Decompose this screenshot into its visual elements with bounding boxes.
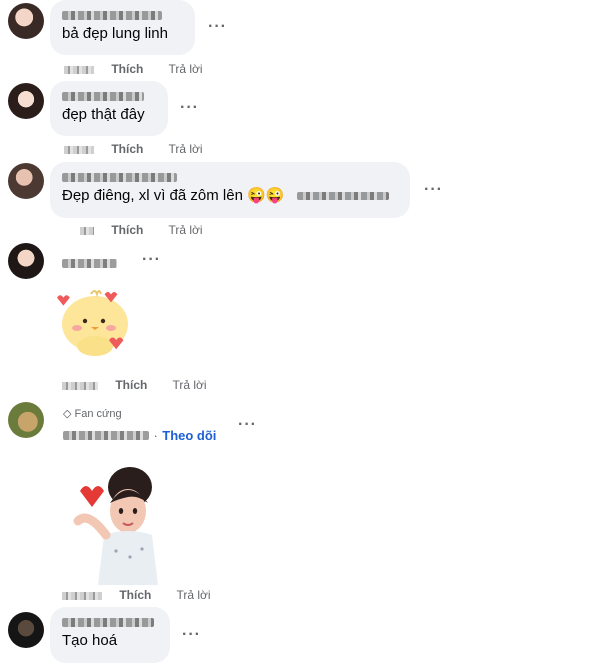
comment-text: Tạo hoá bbox=[62, 632, 118, 649]
timestamp[interactable] bbox=[64, 65, 94, 74]
comment-text: Đẹp điêng, xl vì đã zôm lên 😜😜 bbox=[62, 186, 398, 205]
like-button[interactable]: Thích bbox=[111, 62, 143, 76]
chick-sticker bbox=[57, 290, 128, 356]
timestamp[interactable] bbox=[80, 226, 94, 235]
comment-actions: Thích Trả lời bbox=[62, 378, 207, 392]
like-button[interactable]: Thích bbox=[115, 378, 147, 392]
fan-badge[interactable]: ◇ Fan cứng bbox=[63, 407, 122, 420]
follow-button[interactable]: Theo dõi bbox=[162, 428, 216, 443]
timestamp[interactable] bbox=[64, 145, 94, 154]
like-button[interactable]: Thích bbox=[119, 588, 151, 602]
diamond-icon: ◇ bbox=[63, 408, 72, 420]
reply-button[interactable]: Trả lời bbox=[176, 588, 210, 602]
avatar[interactable] bbox=[8, 163, 44, 199]
author-name[interactable] bbox=[63, 431, 149, 441]
author-name[interactable] bbox=[62, 173, 177, 182]
comment-actions: Thích Trả lời bbox=[64, 142, 203, 156]
more-options-icon[interactable]: ··· bbox=[238, 417, 257, 433]
author-name[interactable] bbox=[62, 92, 144, 101]
author-name[interactable] bbox=[62, 259, 117, 268]
comment-actions: Thích Trả lời bbox=[80, 223, 203, 237]
author-name[interactable] bbox=[62, 11, 162, 20]
timestamp[interactable] bbox=[62, 591, 102, 600]
timestamp[interactable] bbox=[62, 381, 98, 390]
comment-actions: Thích Trả lời bbox=[62, 588, 211, 602]
badge-label: Fan cứng bbox=[74, 408, 122, 420]
more-options-icon[interactable]: ··· bbox=[182, 627, 201, 643]
more-options-icon[interactable]: ··· bbox=[180, 100, 199, 116]
like-button[interactable]: Thích bbox=[111, 223, 143, 237]
comment-actions: Thích Trả lời bbox=[64, 62, 203, 76]
avatar[interactable] bbox=[8, 612, 44, 648]
comment-text: đẹp thật đây bbox=[62, 106, 145, 123]
comment-text: bả đẹp lung linh bbox=[62, 25, 168, 42]
girl-heart-sticker bbox=[73, 467, 158, 585]
reply-button[interactable]: Trả lời bbox=[168, 223, 202, 237]
reply-button[interactable]: Trả lời bbox=[172, 378, 206, 392]
avatar[interactable] bbox=[8, 3, 44, 39]
avatar[interactable] bbox=[8, 243, 44, 279]
avatar[interactable] bbox=[8, 402, 44, 438]
more-options-icon[interactable]: ··· bbox=[424, 182, 443, 198]
more-options-icon[interactable]: ··· bbox=[142, 252, 161, 268]
mentioned-name[interactable] bbox=[296, 192, 389, 201]
comment-text-content: Đẹp điêng, xl vì đã zôm lên 😜😜 bbox=[62, 187, 285, 204]
more-options-icon[interactable]: ··· bbox=[208, 19, 227, 35]
comment-bubble: Đẹp điêng, xl vì đã zôm lên 😜😜 bbox=[50, 162, 410, 218]
author-name[interactable] bbox=[62, 618, 154, 627]
comment-bubble: Tạo hoá bbox=[50, 607, 170, 663]
separator: · bbox=[153, 428, 158, 443]
avatar[interactable] bbox=[8, 83, 44, 119]
like-button[interactable]: Thích bbox=[111, 142, 143, 156]
reply-button[interactable]: Trả lời bbox=[168, 142, 202, 156]
comment-bubble: bả đẹp lung linh bbox=[50, 0, 195, 55]
reply-button[interactable]: Trả lời bbox=[168, 62, 202, 76]
comment-bubble: đẹp thật đây bbox=[50, 81, 168, 136]
